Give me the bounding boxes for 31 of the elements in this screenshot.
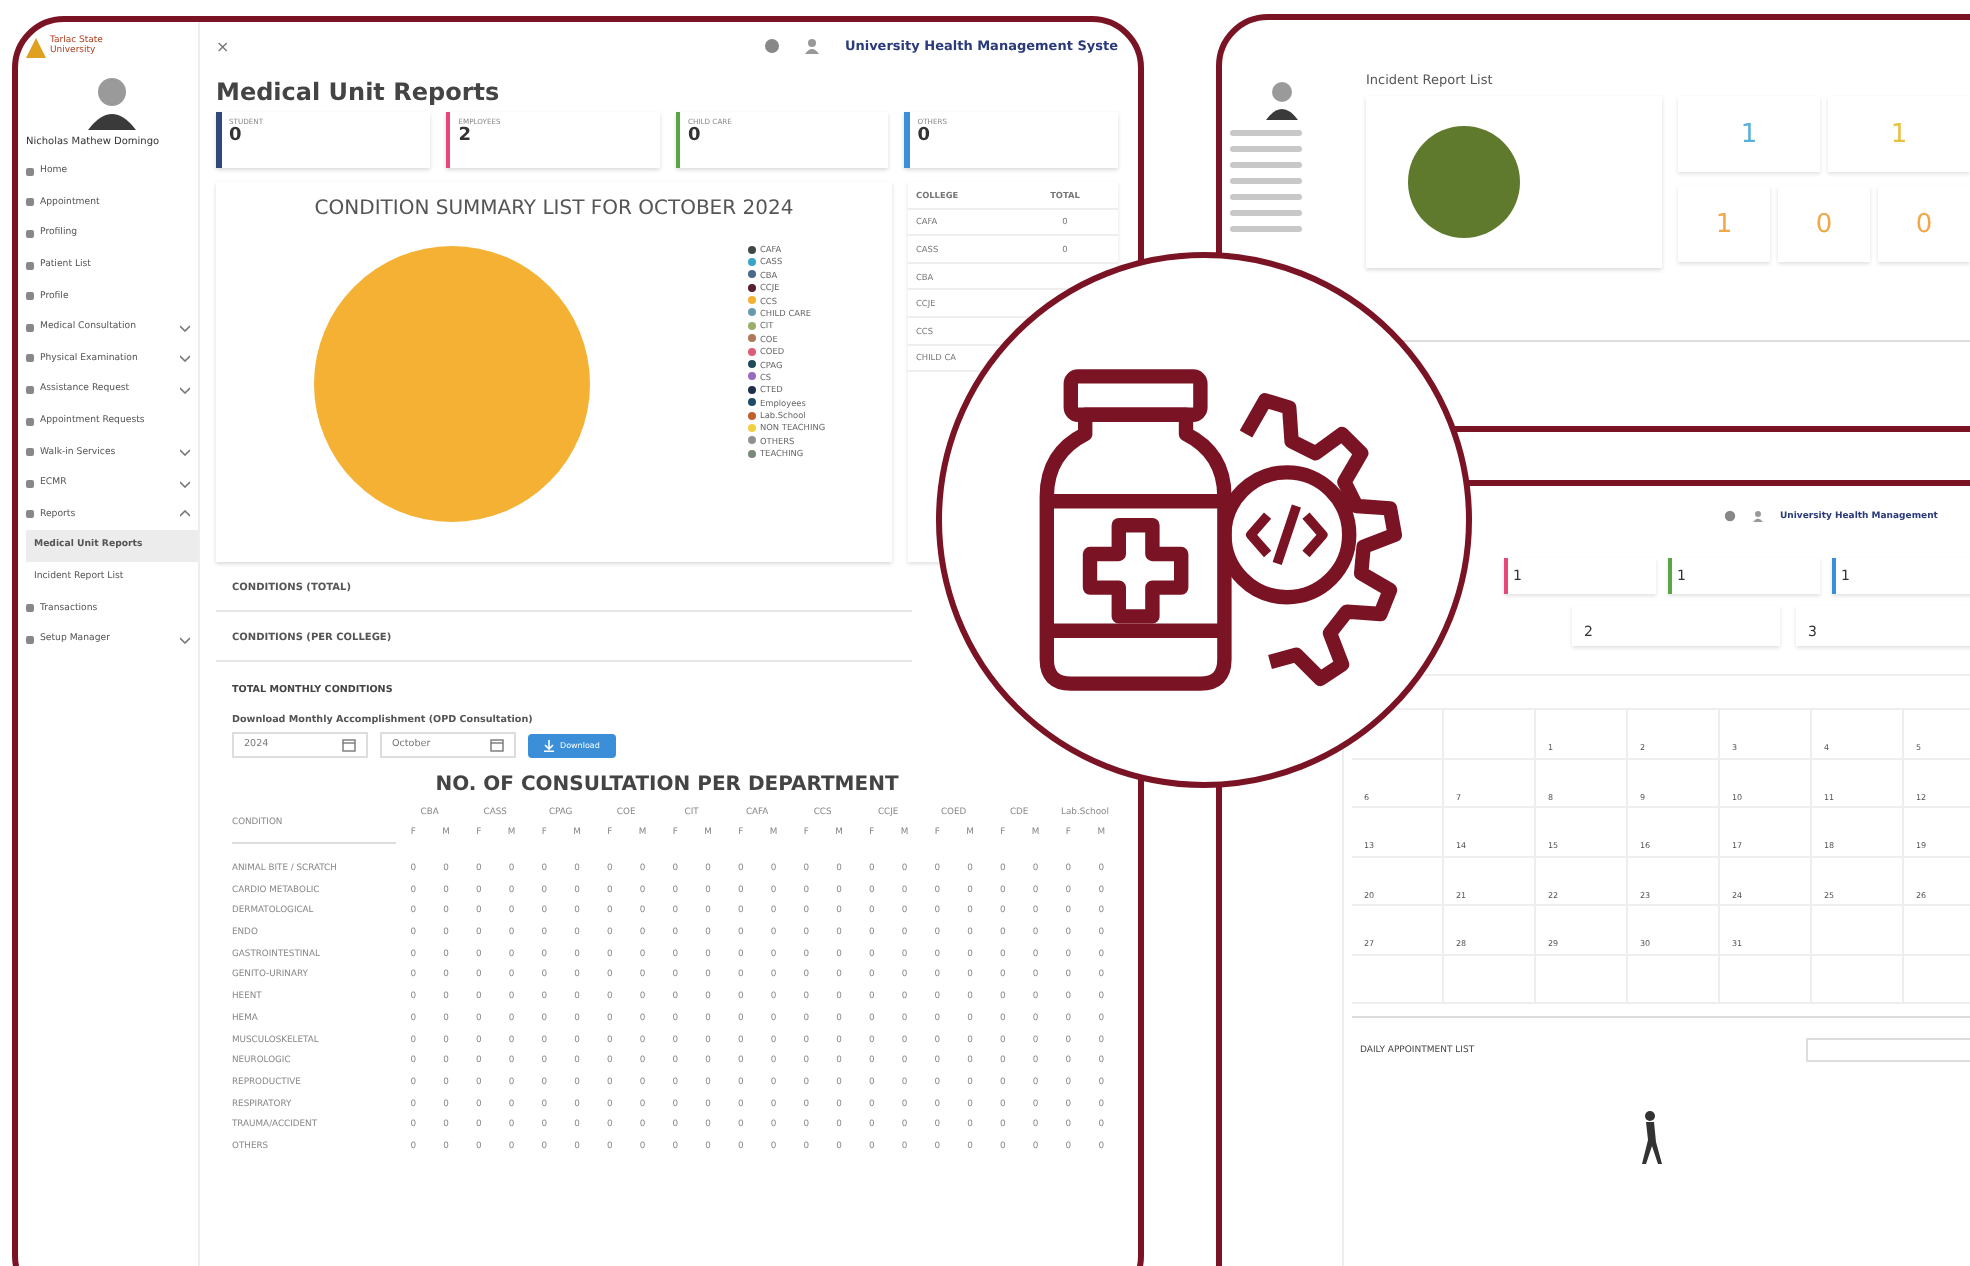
- stat-value: 0: [917, 126, 933, 146]
- counter-value: 1: [1715, 209, 1733, 239]
- logo-icon: [26, 38, 46, 58]
- counter-value: 0: [1815, 209, 1833, 239]
- blurred-text: [1230, 210, 1302, 216]
- search-field[interactable]: [1806, 1038, 1970, 1062]
- download-icon: [544, 739, 554, 751]
- avatar-silhouette: [86, 74, 138, 130]
- counter-value: 1: [1890, 119, 1908, 149]
- blurred-text: [1230, 178, 1302, 184]
- table-title: NO. OF CONSULTATION PER DEPARTMENT: [433, 774, 901, 796]
- counter-value: 1: [1740, 119, 1758, 149]
- stat-value: 0: [688, 126, 703, 146]
- avatar-silhouette: [1264, 80, 1300, 120]
- counter-value: 0: [1915, 209, 1933, 239]
- blurred-text: [1230, 146, 1302, 152]
- person-icon[interactable]: [804, 38, 821, 54]
- blurred-text: [1230, 130, 1302, 136]
- blurred-text: [1230, 162, 1302, 168]
- calendar-icon: [342, 738, 356, 752]
- person-icon[interactable]: [1752, 510, 1764, 522]
- calendar-icon: [490, 738, 504, 752]
- stat-value: 0: [229, 126, 244, 146]
- stat-value: 2: [458, 126, 474, 146]
- close-icon[interactable]: ×: [216, 37, 230, 55]
- person-walking-drawing: [1640, 1110, 1668, 1166]
- pie-chart-drawing: [1406, 124, 1522, 240]
- blurred-text: [1230, 194, 1302, 200]
- chart-title: CONDITION SUMMARY LIST FOR OCTOBER 2024: [312, 198, 796, 220]
- blurred-text: [1230, 226, 1302, 232]
- page-title: Medical Unit Reports: [216, 78, 502, 106]
